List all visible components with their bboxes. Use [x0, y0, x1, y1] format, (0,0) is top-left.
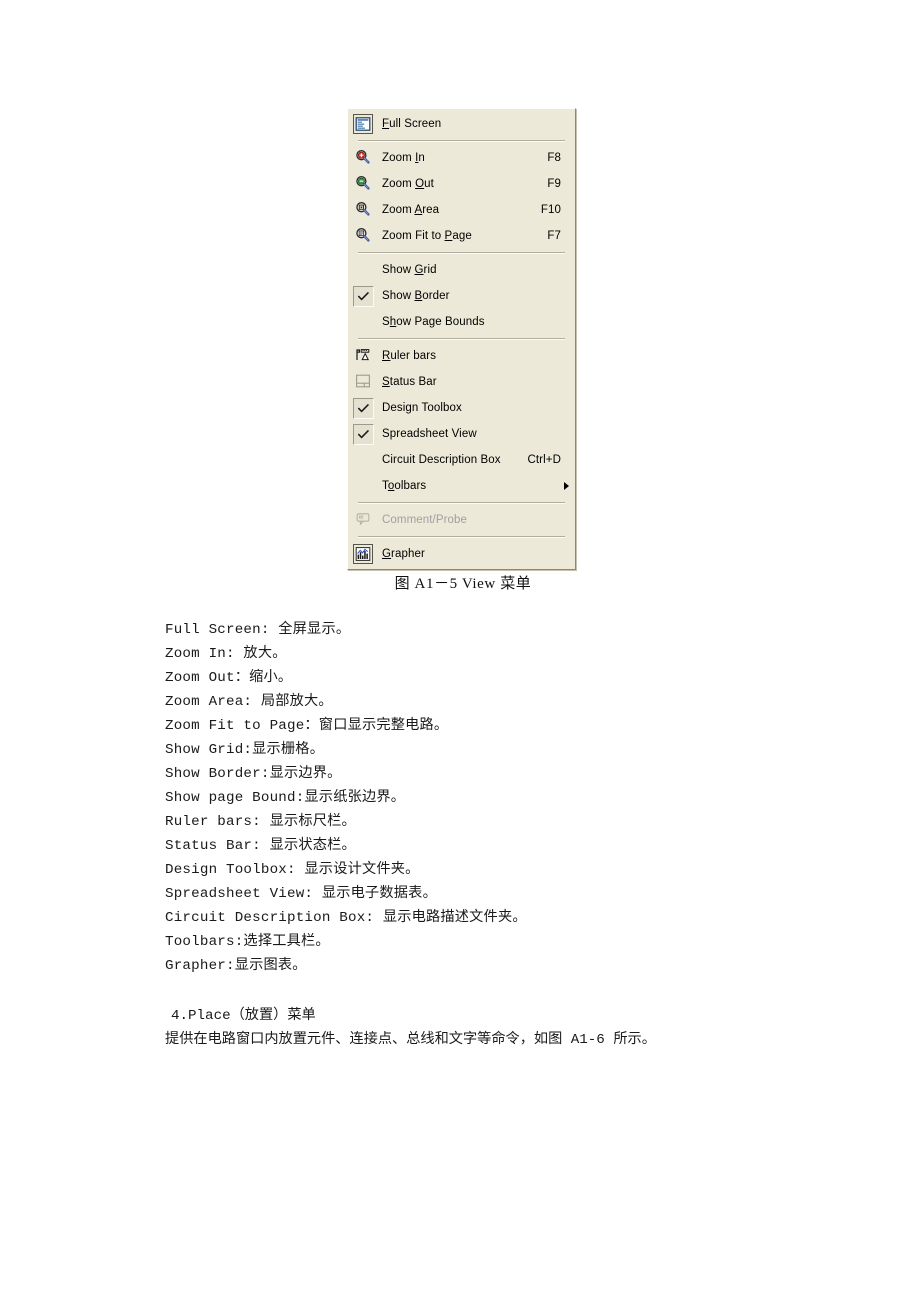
- view-menu-popup: Full Screen Zoom In F8 Zoom Out F9 Zoom Area F…: [347, 108, 576, 570]
- menu-item-icon-cell: [350, 397, 376, 419]
- zoom-area-icon: [355, 201, 371, 220]
- checkmark-box: [352, 397, 374, 419]
- menu-item-label: Toolbars: [382, 480, 427, 492]
- description-line: Zoom Area: 局部放大。: [165, 694, 333, 710]
- menu-item-zoom-out[interactable]: Zoom Out F9: [348, 171, 575, 197]
- description-line: Spreadsheet View: 显示电子数据表。: [165, 886, 437, 902]
- menu-separator: [358, 338, 565, 340]
- menu-item-label: Full Screen: [382, 118, 442, 130]
- menu-item-comment-probe: ! Comment/Probe: [348, 507, 575, 533]
- menu-item-full-screen[interactable]: Full Screen: [348, 111, 575, 137]
- description-line: Zoom In: 放大。: [165, 646, 287, 662]
- comment-probe-icon: !: [355, 511, 371, 530]
- menu-item-label: Zoom Out: [382, 178, 434, 190]
- description-line: Show Border:显示边界。: [165, 766, 342, 782]
- menu-item-shortcut: F8: [547, 152, 561, 164]
- menu-item-zoom-in[interactable]: Zoom In F8: [348, 145, 575, 171]
- menu-item-spreadsheet-view[interactable]: Spreadsheet View: [348, 421, 575, 447]
- menu-item-ruler-bars[interactable]: Ruler bars: [348, 343, 575, 369]
- menu-item-icon-cell: !: [350, 509, 376, 531]
- description-line: Ruler bars: 显示标尺栏。: [165, 814, 356, 830]
- menu-item-label: Ruler bars: [382, 350, 437, 362]
- status-bar-icon: [355, 373, 371, 392]
- menu-item-shortcut: F9: [547, 178, 561, 190]
- menu-item-label: Design Toolbox: [382, 402, 462, 414]
- menu-item-icon-cell: [350, 285, 376, 307]
- description-line: Zoom Out：缩小。: [165, 670, 293, 686]
- description-line: Show page Bound:显示纸张边界。: [165, 790, 406, 806]
- menu-item-label: Status Bar: [382, 376, 437, 388]
- menu-item-label: Zoom Fit to Page: [382, 230, 472, 242]
- menu-item-icon-cell: [350, 423, 376, 445]
- menu-item-label: Zoom Area: [382, 204, 440, 216]
- menu-item-shortcut: F10: [540, 204, 561, 216]
- menu-item-label: Show Page Bounds: [382, 316, 485, 328]
- menu-item-icon-cell: [350, 113, 376, 135]
- menu-item-label: Circuit Description Box: [382, 454, 501, 466]
- menu-item-label: Show Border: [382, 290, 450, 302]
- grapher-icon: [353, 544, 373, 564]
- menu-item-icon-cell: [350, 449, 376, 471]
- zoom-fit-icon: [355, 227, 371, 246]
- description-line: Show Grid:显示栅格。: [165, 742, 325, 758]
- menu-item-icon-cell: [350, 199, 376, 221]
- menu-separator: [358, 252, 565, 254]
- description-line: Status Bar: 显示状态栏。: [165, 838, 356, 854]
- menu-item-label: Spreadsheet View: [382, 428, 477, 440]
- description-line: Full Screen: 全屏显示。: [165, 622, 351, 638]
- submenu-arrow-icon: [564, 482, 569, 490]
- figure-caption: 图 A1－5 View 菜单: [394, 576, 532, 592]
- ruler-bars-icon: [355, 347, 371, 366]
- menu-item-zoom-fit-to-page[interactable]: Zoom Fit to Page F7: [348, 223, 575, 249]
- menu-item-grapher[interactable]: Grapher: [348, 541, 575, 567]
- checkmark-box: [352, 423, 374, 445]
- menu-item-label: Show Grid: [382, 264, 437, 276]
- menu-item-shortcut: Ctrl+D: [527, 454, 561, 466]
- svg-text:!: !: [362, 515, 364, 521]
- zoom-out-icon: [355, 175, 371, 194]
- menu-item-design-toolbox[interactable]: Design Toolbox: [348, 395, 575, 421]
- section-paragraph: 提供在电路窗口内放置元件、连接点、总线和文字等命令，如图 A1-6 所示。: [165, 1032, 656, 1048]
- menu-item-label: Grapher: [382, 548, 425, 560]
- menu-item-icon-cell: [350, 345, 376, 367]
- menu-separator: [358, 536, 565, 538]
- menu-item-icon-cell: [350, 173, 376, 195]
- menu-item-shortcut: F7: [547, 230, 561, 242]
- menu-item-icon-cell: [350, 259, 376, 281]
- menu-item-zoom-area[interactable]: Zoom Area F10: [348, 197, 575, 223]
- menu-item-label: Zoom In: [382, 152, 425, 164]
- zoom-in-icon: [355, 149, 371, 168]
- description-line: Toolbars:选择工具栏。: [165, 934, 330, 950]
- description-line: Grapher:显示图表。: [165, 958, 307, 974]
- menu-item-icon-cell: [350, 147, 376, 169]
- menu-item-icon-cell: [350, 475, 376, 497]
- menu-separator: [358, 140, 565, 142]
- menu-item-label: Comment/Probe: [382, 514, 468, 526]
- menu-item-show-border[interactable]: Show Border: [348, 283, 575, 309]
- menu-item-toolbars[interactable]: Toolbars: [348, 473, 575, 499]
- menu-item-show-grid[interactable]: Show Grid: [348, 257, 575, 283]
- menu-item-circuit-description-box[interactable]: Circuit Description Box Ctrl+D: [348, 447, 575, 473]
- menu-description-list: Full Screen: 全屏显示。 Zoom In: 放大。 Zoom Out：缩…: [165, 618, 865, 978]
- menu-separator: [358, 502, 565, 504]
- menu-item-status-bar[interactable]: Status Bar: [348, 369, 575, 395]
- description-line: Design Toolbox: 显示设计文件夹。: [165, 862, 420, 878]
- menu-item-icon-cell: [350, 311, 376, 333]
- menu-item-icon-cell: [350, 543, 376, 565]
- menu-item-icon-cell: [350, 225, 376, 247]
- description-line: Circuit Description Box: 显示电路描述文件夹。: [165, 910, 527, 926]
- full-screen-icon: [353, 114, 373, 134]
- checkmark-box: [352, 285, 374, 307]
- section-heading: 4.Place（放置）菜单: [171, 1008, 316, 1024]
- menu-item-icon-cell: [350, 371, 376, 393]
- menu-item-show-page-bounds[interactable]: Show Page Bounds: [348, 309, 575, 335]
- description-line: Zoom Fit to Page：窗口显示完整电路。: [165, 718, 449, 734]
- place-menu-section: 4.Place（放置）菜单 提供在电路窗口内放置元件、连接点、总线和文字等命令，…: [165, 1004, 865, 1052]
